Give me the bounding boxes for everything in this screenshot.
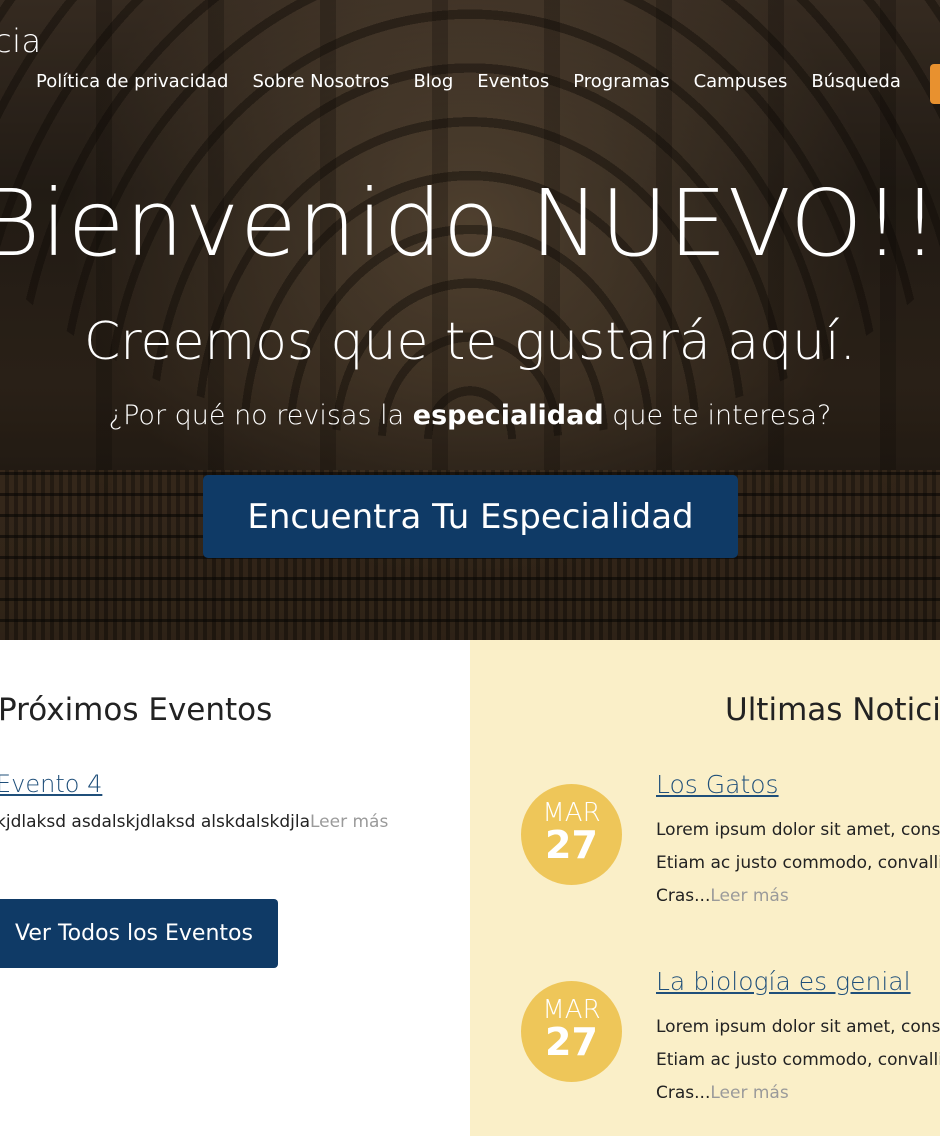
hero-title: Bienvenido NUEVO!!!	[0, 170, 940, 277]
hero-section: cia Política de privacidad Sobre Nosotro…	[0, 0, 940, 640]
news-excerpt: Lorem ipsum dolor sit amet, consectetur …	[656, 1011, 940, 1110]
nav-item-search[interactable]: Búsqueda	[811, 71, 901, 92]
news-excerpt-line: Cras...Leer más	[656, 1077, 940, 1110]
event-title-link[interactable]: Evento 4	[0, 770, 102, 798]
news-excerpt-line: Lorem ipsum dolor sit amet, consectetur	[656, 820, 940, 840]
main-nav: Política de privacidad Sobre Nosotros Bl…	[36, 71, 925, 92]
news-section: Ultimas Noticias MAR 27 Los Gatos Lorem …	[470, 640, 940, 1136]
nav-item-privacy[interactable]: Política de privacidad	[36, 71, 228, 92]
news-excerpt: Lorem ipsum dolor sit amet, consectetur …	[656, 814, 940, 913]
events-section: Próximos Eventos Evento 4 kjdlaksd asdal…	[0, 640, 470, 1136]
news-item: MAR 27 La biología es genial Lorem ipsum…	[470, 967, 940, 1117]
hero-tagline-prefix: ¿Por qué no revisas la	[108, 400, 413, 431]
nav-cta-button[interactable]	[930, 64, 940, 104]
news-title-link[interactable]: Los Gatos	[656, 770, 779, 799]
date-badge-day: 27	[545, 1020, 598, 1064]
news-excerpt-line: Lorem ipsum dolor sit amet, consectetur	[656, 1017, 940, 1037]
view-all-events-button[interactable]: Ver Todos los Eventos	[0, 899, 278, 968]
site-logo[interactable]: cia	[0, 22, 42, 60]
date-badge-day: 27	[545, 823, 598, 867]
find-specialty-button[interactable]: Encuentra Tu Especialidad	[203, 475, 738, 558]
news-read-more-link[interactable]: Leer más	[710, 1083, 788, 1103]
news-read-more-link[interactable]: Leer más	[710, 886, 788, 906]
event-description: kjdlaksd asdalskjdlaksd alskdalskdjlaLee…	[0, 812, 388, 832]
event-description-text: kjdlaksd asdalskjdlaksd alskdalskdjla	[0, 812, 310, 832]
nav-item-programs[interactable]: Programas	[573, 71, 669, 92]
news-excerpt-line: Cras...Leer más	[656, 880, 940, 913]
nav-item-events[interactable]: Eventos	[477, 71, 549, 92]
nav-item-blog[interactable]: Blog	[413, 71, 453, 92]
news-excerpt-ellipsis: Cras...	[656, 886, 711, 906]
hero-tagline-bold: especialidad	[412, 400, 604, 431]
event-read-more-link[interactable]: Leer más	[310, 812, 388, 832]
hero-tagline: ¿Por qué no revisas la especialidad que …	[0, 400, 940, 431]
news-excerpt-line: Etiam ac justo commodo, convallis	[656, 853, 940, 873]
hero-tagline-suffix: que te interesa?	[603, 400, 832, 431]
hero-subtitle: Creemos que te gustará aquí.	[83, 312, 857, 372]
news-title-link[interactable]: La biología es genial	[656, 967, 911, 996]
news-item: MAR 27 Los Gatos Lorem ipsum dolor sit a…	[470, 770, 940, 920]
news-excerpt-line: Etiam ac justo commodo, convallis	[656, 1050, 940, 1070]
news-heading: Ultimas Noticias	[725, 692, 940, 728]
date-badge: MAR 27	[521, 981, 622, 1082]
nav-item-about[interactable]: Sobre Nosotros	[252, 71, 389, 92]
events-heading: Próximos Eventos	[0, 692, 273, 728]
date-badge: MAR 27	[521, 784, 622, 885]
nav-item-campuses[interactable]: Campuses	[694, 71, 788, 92]
news-excerpt-ellipsis: Cras...	[656, 1083, 711, 1103]
